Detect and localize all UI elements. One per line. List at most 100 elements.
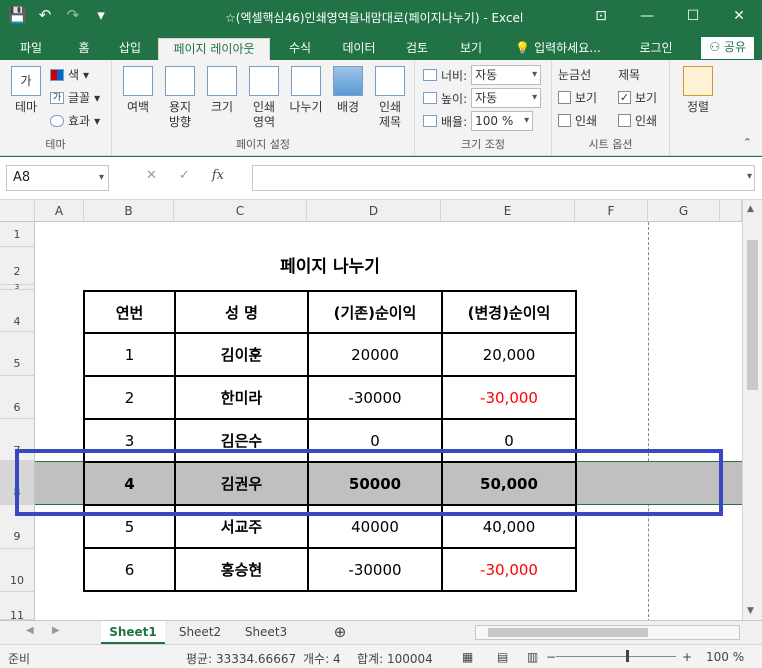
fonts-label: 글꼴 bbox=[68, 91, 91, 105]
print-area-button[interactable]: 인쇄 영역 bbox=[244, 66, 284, 130]
row-header-6[interactable]: 6 bbox=[0, 376, 35, 419]
tab-file[interactable]: 파일 bbox=[10, 38, 52, 60]
normal-view-icon[interactable]: ▦ bbox=[462, 650, 473, 664]
row-header-4[interactable]: 4 bbox=[0, 290, 35, 332]
tab-home[interactable]: 홈 bbox=[66, 38, 102, 60]
horizontal-scroll-thumb[interactable] bbox=[488, 628, 648, 637]
formula-input[interactable] bbox=[252, 165, 755, 191]
cell-old-profit[interactable]: -30000 bbox=[307, 375, 443, 420]
zoom-out-button[interactable]: − bbox=[546, 650, 556, 664]
zoom-slider[interactable] bbox=[556, 656, 676, 657]
scroll-down-icon[interactable]: ▼ bbox=[747, 606, 754, 616]
table-header-row: 연번 성 명 (기존)순이익 (변경)순이익 bbox=[83, 290, 577, 334]
minimize-button[interactable]: — bbox=[624, 0, 670, 32]
sheet-tab-2[interactable]: Sheet2 bbox=[168, 621, 232, 644]
vertical-scrollbar[interactable]: ▲ ▼ bbox=[742, 200, 762, 620]
tab-page-layout[interactable]: 페이지 레이아웃 bbox=[158, 38, 270, 60]
print-titles-button[interactable]: 인쇄 제목 bbox=[370, 66, 410, 130]
row-header-10[interactable]: 10 bbox=[0, 549, 35, 592]
tab-data[interactable]: 데이터 bbox=[334, 38, 384, 60]
header-new-profit[interactable]: (변경)순이익 bbox=[441, 290, 577, 334]
login-link[interactable]: 로그인 bbox=[634, 38, 678, 60]
save-icon[interactable]: 💾 bbox=[8, 6, 27, 24]
column-header-g[interactable]: G bbox=[648, 200, 720, 222]
prev-sheet-icon[interactable]: ◀ bbox=[26, 625, 34, 636]
cancel-icon[interactable]: ✕ bbox=[146, 168, 157, 183]
cell-name[interactable]: 홍승현 bbox=[174, 547, 309, 592]
add-sheet-icon[interactable]: ⊕ bbox=[328, 621, 352, 644]
sheet-tab-1[interactable]: Sheet1 bbox=[101, 621, 165, 644]
insert-function-icon[interactable]: fx bbox=[212, 168, 224, 183]
header-no[interactable]: 연번 bbox=[83, 290, 176, 334]
size-button[interactable]: 크기 bbox=[202, 66, 242, 115]
customize-qat-icon[interactable]: ▾ bbox=[92, 6, 110, 24]
orientation-button[interactable]: 용지 방향 bbox=[160, 66, 200, 130]
maximize-button[interactable]: ☐ bbox=[670, 0, 716, 32]
cell-name[interactable]: 김이훈 bbox=[174, 332, 309, 377]
arrange-button[interactable]: 정렬 bbox=[678, 66, 718, 115]
row-header-11[interactable]: 11 bbox=[0, 592, 35, 620]
gridlines-view-checkbox[interactable]: 보기 bbox=[558, 89, 597, 106]
themes-button[interactable]: 가 테마 bbox=[6, 66, 46, 115]
horizontal-scrollbar[interactable] bbox=[475, 625, 740, 640]
worksheet-grid[interactable]: A B C D E F G 1 2 3 4 5 6 7 8 9 10 11 페이… bbox=[0, 200, 762, 620]
background-button[interactable]: 배경 bbox=[328, 66, 368, 115]
headings-print-checkbox[interactable]: 인쇄 bbox=[618, 112, 657, 129]
zoom-level[interactable]: 100 % bbox=[706, 650, 744, 664]
row-header-2[interactable]: 2 bbox=[0, 247, 35, 285]
page-layout-view-icon[interactable]: ▤ bbox=[497, 650, 508, 664]
zoom-slider-thumb[interactable] bbox=[626, 650, 629, 662]
breaks-button[interactable]: 나누기 bbox=[286, 66, 326, 115]
enter-icon[interactable]: ✓ bbox=[179, 168, 190, 183]
name-box[interactable]: A8 ▾ bbox=[6, 165, 109, 191]
column-header-c[interactable]: C bbox=[174, 200, 307, 222]
expand-formula-bar-icon[interactable]: ▾ bbox=[747, 171, 752, 182]
redo-icon[interactable]: ↷ bbox=[64, 6, 82, 24]
cell-new-profit[interactable]: 20,000 bbox=[441, 332, 577, 377]
tab-formulas[interactable]: 수식 bbox=[280, 38, 320, 60]
width-select[interactable]: 자동 bbox=[471, 65, 542, 85]
margins-button[interactable]: 여백 bbox=[118, 66, 158, 115]
cell-old-profit[interactable]: 20000 bbox=[307, 332, 443, 377]
cell-no[interactable]: 6 bbox=[83, 547, 176, 592]
vertical-scroll-thumb[interactable] bbox=[747, 240, 758, 390]
height-select[interactable]: 자동 bbox=[471, 88, 542, 108]
undo-icon[interactable]: ↶ bbox=[36, 6, 54, 24]
row-header-5[interactable]: 5 bbox=[0, 332, 35, 376]
cell-name[interactable]: 한미라 bbox=[174, 375, 309, 420]
headings-view-checkbox[interactable]: ✓ 보기 bbox=[618, 89, 657, 106]
header-old-profit[interactable]: (기존)순이익 bbox=[307, 290, 443, 334]
cell-no[interactable]: 2 bbox=[83, 375, 176, 420]
header-name[interactable]: 성 명 bbox=[174, 290, 309, 334]
column-header-f[interactable]: F bbox=[575, 200, 648, 222]
effects-button[interactable]: 효과 ▾ bbox=[50, 112, 100, 129]
collapse-ribbon-icon[interactable]: ⌃ bbox=[743, 136, 752, 149]
select-all-corner[interactable] bbox=[0, 200, 35, 222]
tab-view[interactable]: 보기 bbox=[450, 38, 492, 60]
column-header-e[interactable]: E bbox=[441, 200, 575, 222]
cell-no[interactable]: 1 bbox=[83, 332, 176, 377]
page-break-preview-icon[interactable]: ▥ bbox=[527, 650, 538, 664]
scale-input[interactable]: 100 % bbox=[471, 111, 534, 131]
next-sheet-icon[interactable]: ▶ bbox=[52, 625, 60, 636]
scroll-up-icon[interactable]: ▲ bbox=[747, 204, 754, 214]
tab-insert[interactable]: 삽입 bbox=[112, 38, 148, 60]
tab-review[interactable]: 검토 bbox=[396, 38, 438, 60]
zoom-in-button[interactable]: + bbox=[682, 650, 692, 664]
column-header-a[interactable]: A bbox=[35, 200, 84, 222]
tell-me-box[interactable]: 💡 입력하세요... bbox=[508, 38, 608, 60]
chevron-down-icon[interactable]: ▾ bbox=[99, 166, 104, 190]
close-button[interactable]: ✕ bbox=[716, 0, 762, 32]
column-header-b[interactable]: B bbox=[84, 200, 174, 222]
ribbon-display-options-icon[interactable]: ⊡ bbox=[578, 0, 624, 32]
row-header-1[interactable]: 1 bbox=[0, 222, 35, 247]
cell-new-profit[interactable]: -30,000 bbox=[441, 547, 577, 592]
sheet-tab-3[interactable]: Sheet3 bbox=[234, 621, 298, 644]
colors-button[interactable]: 색 ▾ bbox=[50, 66, 89, 83]
gridlines-print-checkbox[interactable]: 인쇄 bbox=[558, 112, 597, 129]
share-button[interactable]: ⚇ 공유 bbox=[701, 37, 754, 59]
column-header-d[interactable]: D bbox=[307, 200, 441, 222]
cell-new-profit[interactable]: -30,000 bbox=[441, 375, 577, 420]
fonts-button[interactable]: 가 글꼴 ▾ bbox=[50, 89, 100, 106]
cell-old-profit[interactable]: -30000 bbox=[307, 547, 443, 592]
